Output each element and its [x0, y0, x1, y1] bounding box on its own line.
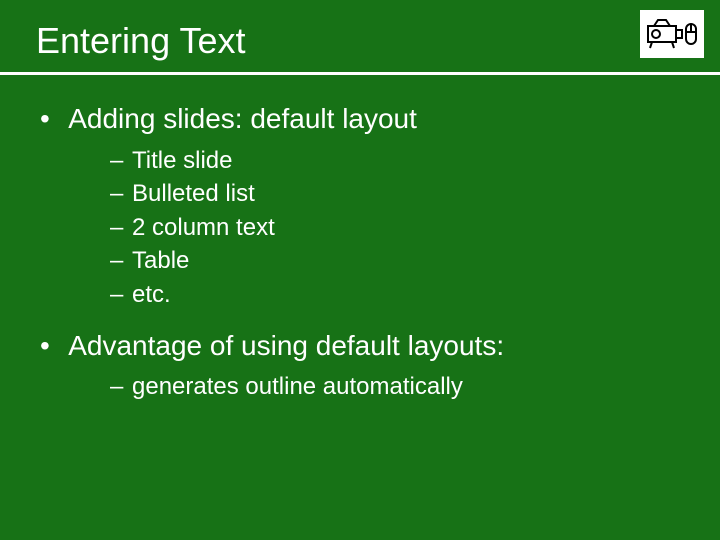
- slide: Entering Text Adding slides: default lay…: [0, 0, 720, 540]
- projector-mouse-icon: [640, 10, 704, 58]
- sub-bullet-text: generates outline automatically: [132, 373, 463, 400]
- sub-bullet-item: etc.: [110, 278, 680, 312]
- sub-bullet-item: 2 column text: [110, 211, 680, 245]
- sub-bullet-item: Bulleted list: [110, 177, 680, 211]
- sub-bullet-text: Bulleted list: [132, 180, 255, 207]
- bullet-text: Advantage of using default layouts:: [68, 330, 504, 361]
- sub-bullet-text: Table: [132, 247, 189, 274]
- sub-bullet-item: Table: [110, 244, 680, 278]
- slide-content: Adding slides: default layout Title slid…: [0, 75, 720, 404]
- title-area: Entering Text: [0, 0, 720, 72]
- sub-bullet-item: generates outline automatically: [110, 370, 680, 404]
- sub-bullet-item: Title slide: [110, 144, 680, 178]
- bullet-item: Adding slides: default layout Title slid…: [40, 99, 680, 312]
- sub-bullet-text: 2 column text: [132, 214, 275, 241]
- sub-bullet-text: Title slide: [132, 147, 232, 174]
- sub-bullet-text: etc.: [132, 281, 171, 308]
- slide-title: Entering Text: [36, 20, 720, 62]
- bullet-text: Adding slides: default layout: [68, 103, 417, 134]
- bullet-item: Advantage of using default layouts: gene…: [40, 326, 680, 404]
